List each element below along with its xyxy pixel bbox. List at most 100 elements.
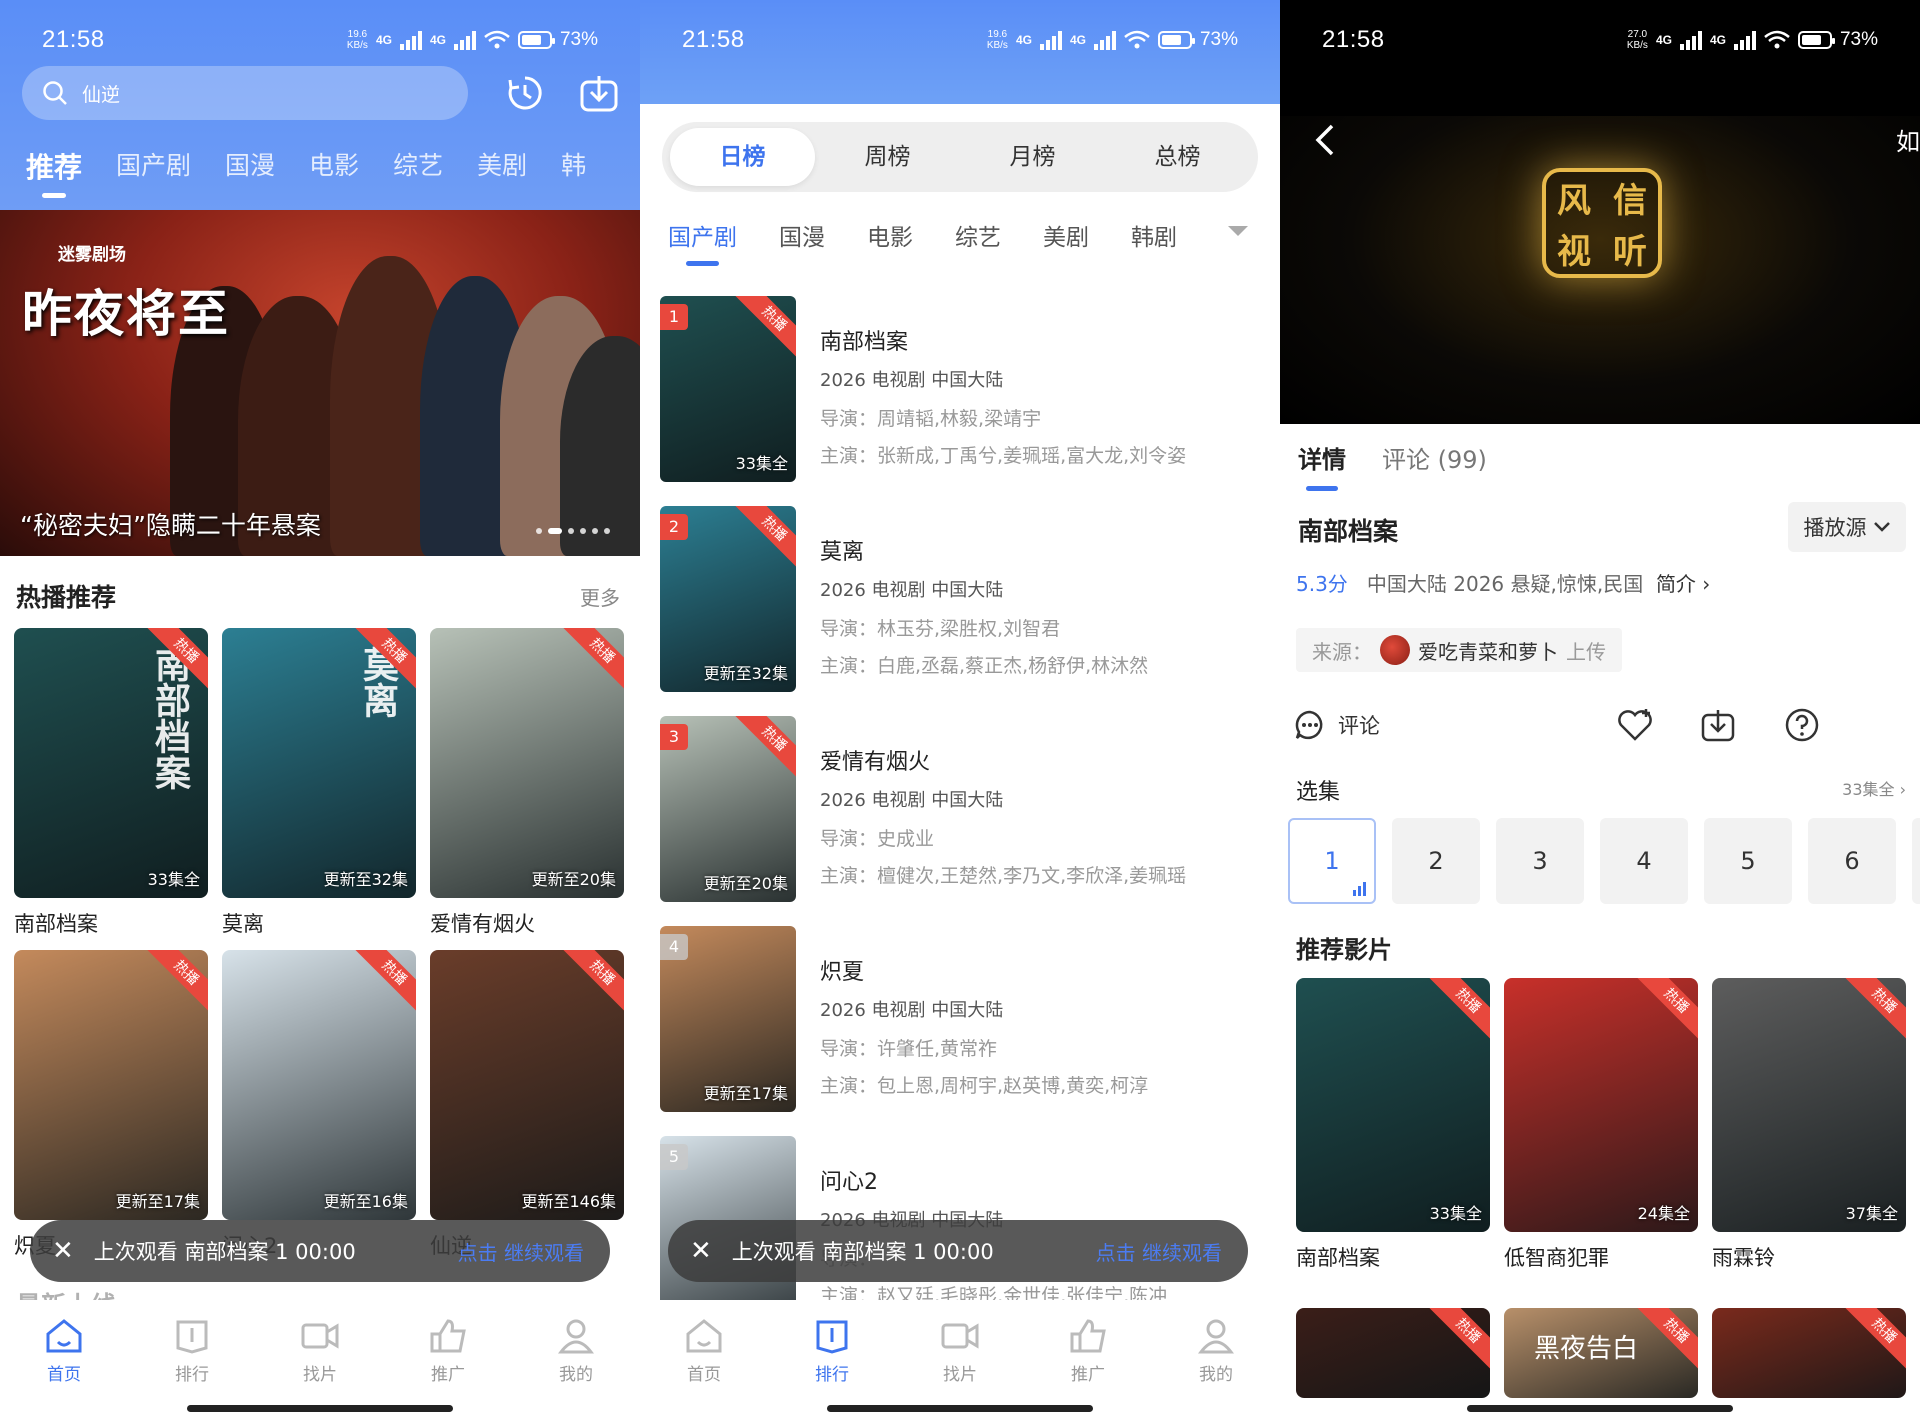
- recent-watch-bar[interactable]: ✕ 上次观看 南部档案 1 00:00 点击 继续观看: [668, 1220, 1248, 1282]
- tab-variety[interactable]: 综艺: [393, 146, 443, 186]
- hero-banner[interactable]: 迷雾剧场 昨夜将至 “秘密夫妇”隐瞒二十年悬案: [0, 210, 640, 556]
- tab-korean[interactable]: 韩: [561, 146, 586, 186]
- home-indicator: [1467, 1405, 1733, 1412]
- continue-watch-button[interactable]: 点击 继续观看: [458, 1237, 584, 1266]
- video-player[interactable]: 风信视听 如: [1280, 116, 1920, 424]
- hot-badge: 热播: [1840, 978, 1906, 1045]
- all-episodes-link[interactable]: 33集全 ›: [1842, 776, 1906, 800]
- ranking-cast: 主演：包上恩,周柯宇,赵英博,黄奕,柯淳: [820, 1075, 1149, 1097]
- tab-anime[interactable]: 国漫: [225, 146, 275, 186]
- favorite-heart-icon[interactable]: [1616, 707, 1654, 743]
- thumb-icon: [1070, 1319, 1106, 1353]
- segment-total[interactable]: 总榜: [1105, 128, 1250, 186]
- ranking-row[interactable]: 4 更新至17集 炽夏 2026 电视剧 中国大陆 导演：许肇任,黄常祚 主演：包上恩,周…: [660, 926, 1260, 1116]
- home-icon: [686, 1319, 722, 1353]
- show-card[interactable]: 热播更新至16集问心2: [222, 950, 416, 1260]
- recommended-card[interactable]: 热播: [1296, 1308, 1490, 1398]
- search-input[interactable]: 仙逆: [22, 66, 468, 120]
- ranking-header: 21:58 19.6 KB/s 4G 4G 73%: [640, 0, 1280, 104]
- hot-more-link[interactable]: 更多: [580, 582, 620, 611]
- nav-home[interactable]: 首页: [14, 1318, 114, 1424]
- show-card[interactable]: 莫离 热播 更新至32集 莫离: [222, 628, 416, 938]
- status-icons: 27.0 KB/s 4G 4G 73%: [1626, 29, 1878, 51]
- episode-button[interactable]: [1912, 818, 1920, 904]
- wifi-icon: [1764, 30, 1790, 49]
- ranking-row[interactable]: 3 热播 更新至20集 爱情有烟火 2026 电视剧 中国大陆 导演：史成业 主演：檀健次,…: [660, 716, 1260, 906]
- nav-me[interactable]: 我的: [526, 1318, 626, 1424]
- hot-badge: 热播: [142, 950, 208, 1017]
- tab-recommend[interactable]: 推荐: [26, 146, 82, 198]
- episode-button[interactable]: 4: [1600, 818, 1688, 904]
- poster-image: 热播 24集全: [1504, 978, 1698, 1232]
- hot-badge: 热播: [730, 716, 796, 783]
- uploader-tag[interactable]: 来源： 爱吃青菜和萝卜 上传: [1296, 628, 1622, 672]
- status-icons: 19.6 KB/s 4G 4G 73%: [346, 29, 598, 51]
- battery-icon: [1797, 31, 1835, 49]
- tab-movie[interactable]: 电影: [309, 146, 359, 186]
- recommended-card[interactable]: 热播: [1712, 1308, 1906, 1398]
- detail-top-bar: 21:58 27.0 KB/s 4G 4G 73%: [1280, 0, 1920, 116]
- ranking-icon: [176, 1320, 208, 1354]
- recommended-card[interactable]: 热播 37集全 雨霖铃: [1712, 978, 1906, 1272]
- tab-us-drama[interactable]: 美剧: [1043, 218, 1089, 252]
- history-icon[interactable]: [504, 72, 546, 114]
- nav-me[interactable]: 我的: [1166, 1318, 1266, 1424]
- recommended-card[interactable]: 热播 33集全 南部档案: [1296, 978, 1490, 1272]
- episode-button[interactable]: 1: [1288, 818, 1376, 904]
- help-icon[interactable]: [1784, 707, 1820, 743]
- segment-daily[interactable]: 日榜: [670, 128, 815, 186]
- comment-button[interactable]: 评论: [1294, 709, 1380, 741]
- intro-link[interactable]: 简介 ›: [1656, 572, 1710, 596]
- tab-anime[interactable]: 国漫: [779, 218, 825, 252]
- show-card[interactable]: 热播 更新至20集 爱情有烟火: [430, 628, 624, 938]
- home-indicator: [187, 1405, 453, 1412]
- tab-domestic[interactable]: 国产剧: [116, 146, 191, 186]
- episode-button[interactable]: 6: [1808, 818, 1896, 904]
- episode-count: 37集全: [1845, 1204, 1898, 1223]
- segment-monthly[interactable]: 月榜: [960, 128, 1105, 186]
- chevron-down-icon[interactable]: [1228, 226, 1248, 236]
- recommended-card[interactable]: 热播 黑夜告白: [1504, 1308, 1698, 1398]
- status-icons: 19.6 KB/s 4G 4G 73%: [986, 29, 1238, 51]
- hot-badge: 热播: [558, 628, 624, 695]
- signal-icon: [1733, 30, 1756, 50]
- tab-comments[interactable]: 评论 (99): [1382, 440, 1487, 475]
- status-time: 21:58: [682, 26, 745, 53]
- ranking-period-switch: 日榜 周榜 月榜 总榜: [662, 122, 1258, 192]
- back-arrow-icon[interactable]: [1310, 122, 1340, 158]
- banner-caption: “秘密夫妇”隐瞒二十年悬案: [20, 511, 321, 540]
- ranking-info: 南部档案 2026 电视剧 中国大陆 导演：周靖韬,林毅,梁靖宇 主演：张新成,丁禹兮…: [820, 324, 1186, 478]
- download-icon[interactable]: [578, 72, 620, 114]
- close-icon[interactable]: ✕: [690, 1236, 712, 1266]
- recent-watch-bar[interactable]: ✕ 上次观看 南部档案 1 00:00 点击 继续观看: [30, 1220, 610, 1282]
- recommended-card[interactable]: 热播 24集全 低智商犯罪: [1504, 978, 1698, 1272]
- episode-button[interactable]: 5: [1704, 818, 1792, 904]
- rank-number: 2: [660, 514, 688, 540]
- show-card[interactable]: 热播更新至17集炽夏: [14, 950, 208, 1260]
- tab-details[interactable]: 详情: [1298, 440, 1346, 491]
- show-card[interactable]: 热播更新至146集仙逆: [430, 950, 624, 1260]
- ranking-row[interactable]: 2 热播 更新至32集 莫离 2026 电视剧 中国大陆 导演：林玉芬,梁胜权,刘智君 主演…: [660, 506, 1260, 696]
- poster-image: 热播 更新至16集: [222, 950, 416, 1220]
- tab-domestic[interactable]: 国产剧: [668, 218, 737, 266]
- status-bar: 21:58 19.6 KB/s 4G 4G 73%: [640, 0, 1280, 80]
- episode-button[interactable]: 2: [1392, 818, 1480, 904]
- download-icon[interactable]: [1700, 707, 1736, 743]
- tab-variety[interactable]: 综艺: [955, 218, 1001, 252]
- segment-weekly[interactable]: 周榜: [815, 128, 960, 186]
- close-icon[interactable]: ✕: [52, 1236, 74, 1266]
- play-source-button[interactable]: 播放源: [1788, 502, 1906, 552]
- tab-us-drama[interactable]: 美剧: [477, 146, 527, 186]
- nav-home[interactable]: 首页: [654, 1318, 754, 1424]
- episode-button[interactable]: 3: [1496, 818, 1584, 904]
- continue-watch-button[interactable]: 点击 继续观看: [1096, 1237, 1222, 1266]
- ranking-row[interactable]: 1 热播 33集全 南部档案 2026 电视剧 中国大陆 导演：周靖韬,林毅,梁靖宇 主演：…: [660, 296, 1260, 486]
- hot-badge: 热播: [558, 950, 624, 1017]
- signal-icon: [399, 30, 422, 50]
- tab-korean[interactable]: 韩剧: [1131, 218, 1177, 252]
- show-card[interactable]: 南部档案 热播 33集全 南部档案: [14, 628, 208, 938]
- ranking-cast: 主演：檀健次,王楚然,李乃文,李欣泽,姜珮瑶: [820, 865, 1187, 887]
- tab-movie[interactable]: 电影: [867, 218, 913, 252]
- poster-image: 南部档案 热播 33集全: [14, 628, 208, 898]
- category-tabs: 推荐 国产剧 国漫 电影 综艺 美剧 韩: [26, 146, 586, 198]
